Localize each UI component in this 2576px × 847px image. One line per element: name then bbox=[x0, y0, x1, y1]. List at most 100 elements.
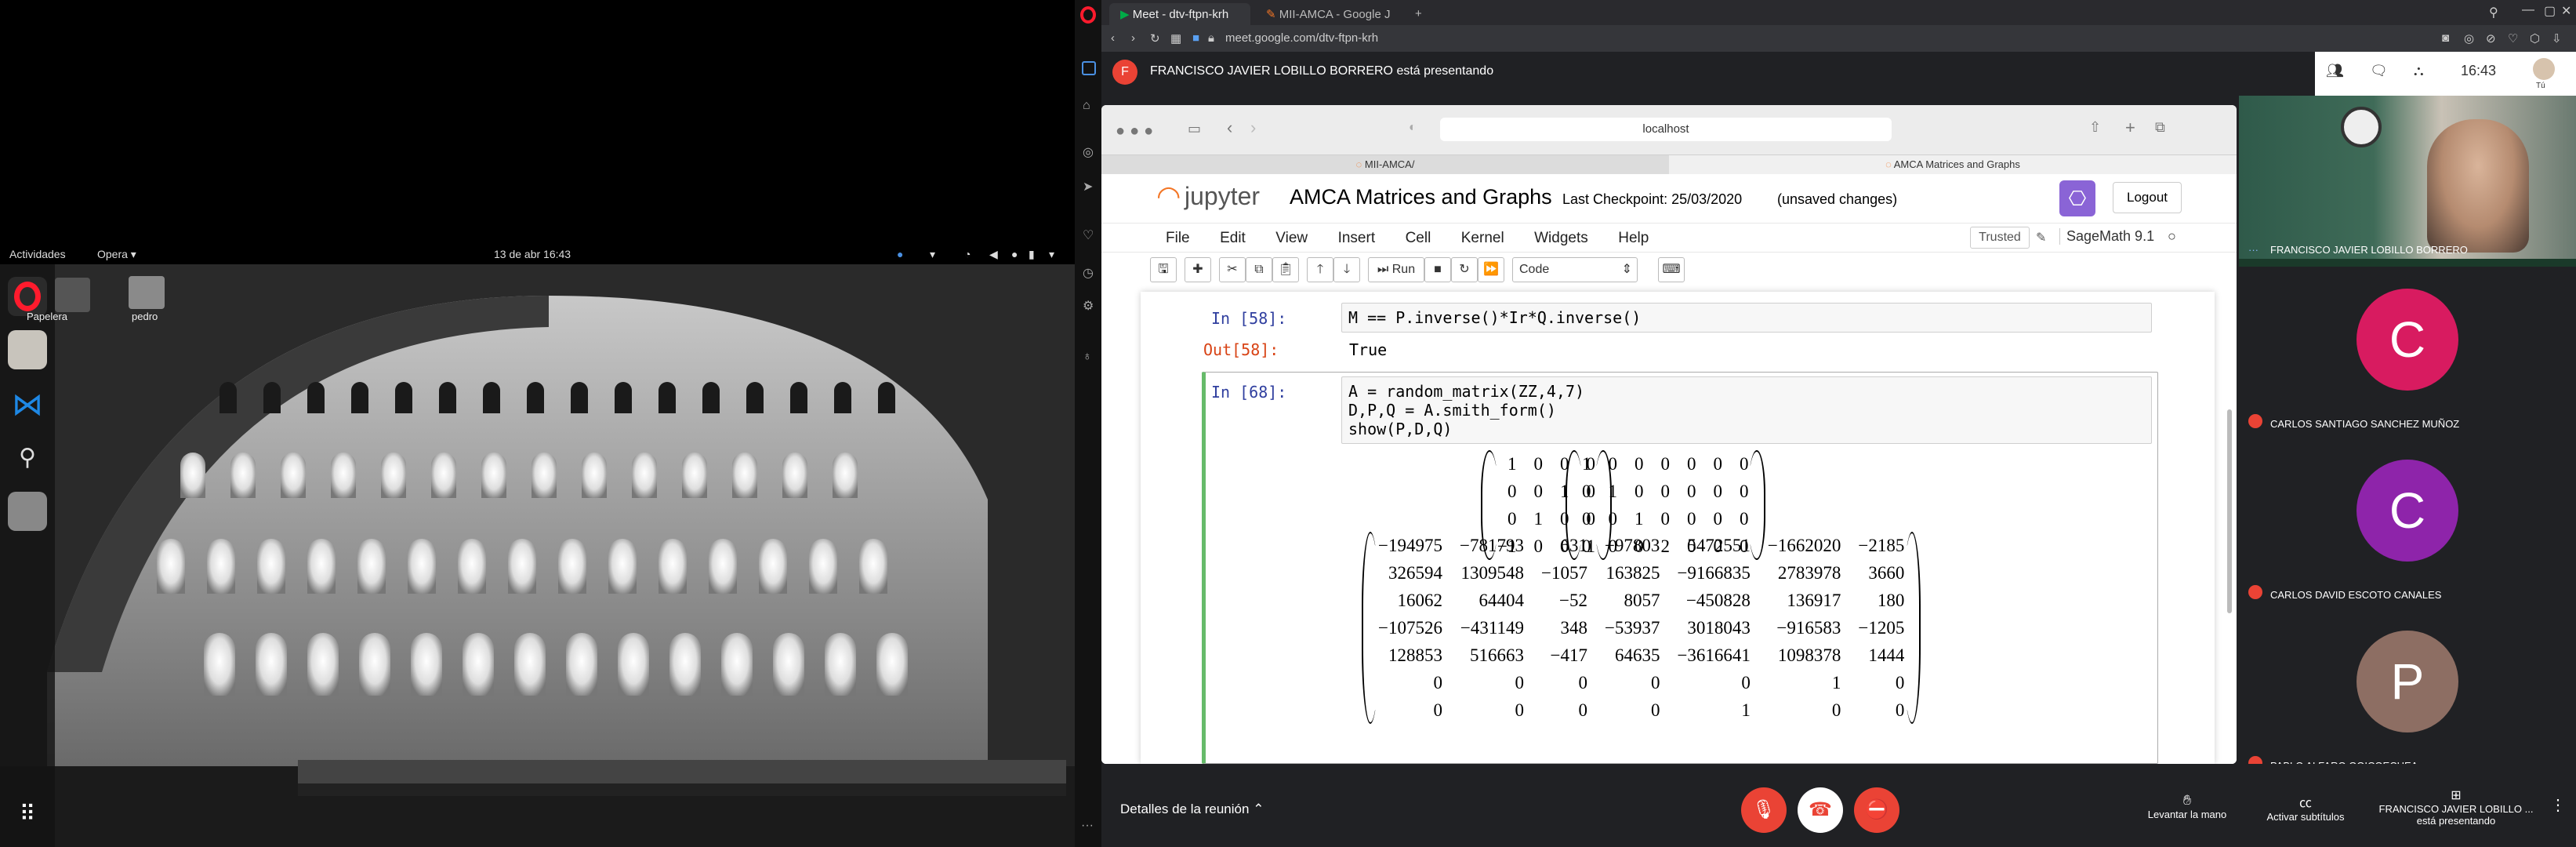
back-icon[interactable]: ‹ bbox=[1111, 31, 1115, 45]
download-icon[interactable]: ⇩ bbox=[2552, 31, 2562, 45]
volume-icon[interactable]: ◀ bbox=[989, 248, 998, 261]
reload-icon[interactable]: ↻ bbox=[1150, 31, 1160, 45]
files-launcher[interactable] bbox=[8, 330, 47, 369]
safari-url-field[interactable]: localhost bbox=[1440, 118, 1892, 141]
home-folder-icon[interactable] bbox=[129, 276, 165, 309]
raise-hand-button[interactable]: ✋︎ Levantar la mano bbox=[2144, 792, 2230, 820]
snapshot-icon[interactable]: ◙ bbox=[2442, 31, 2449, 45]
paste-button[interactable]: 📋︎ bbox=[1272, 257, 1299, 282]
people-icon[interactable]: 👥︎ bbox=[2326, 63, 2344, 79]
menu-kernel[interactable]: Kernel bbox=[1461, 230, 1504, 246]
safari-new-tab-icon[interactable]: + bbox=[2125, 118, 2135, 138]
trusted-badge[interactable]: Trusted bbox=[1970, 227, 2030, 249]
insert-cell-button[interactable]: ✚ bbox=[1185, 257, 1211, 282]
battery-icon[interactable]: ▮ bbox=[1029, 248, 1035, 261]
menu-file[interactable]: File bbox=[1166, 230, 1190, 246]
jupyter-logo-text[interactable]: jupyter bbox=[1185, 182, 1260, 211]
leave-call-button[interactable]: ☎ bbox=[1798, 787, 1843, 833]
maximize-icon[interactable]: ▢ bbox=[2544, 3, 2556, 19]
cell-type-select[interactable]: Code ⇕ bbox=[1512, 257, 1638, 282]
menu-view[interactable]: View bbox=[1275, 230, 1308, 246]
run-button[interactable]: ⏭ Run bbox=[1368, 257, 1424, 282]
disk-launcher[interactable] bbox=[8, 492, 47, 531]
menu-help[interactable]: Help bbox=[1618, 230, 1649, 246]
sidebar-toggle-icon[interactable]: ▭ bbox=[1188, 121, 1201, 137]
restart-run-all-button[interactable]: ⏩ bbox=[1478, 257, 1504, 282]
search-launcher[interactable]: ⚲ bbox=[8, 438, 47, 478]
vscode-launcher[interactable]: ⋈ bbox=[8, 385, 47, 424]
activities-button[interactable]: Actividades bbox=[9, 248, 66, 260]
show-apps-button[interactable]: ⠿ bbox=[8, 794, 47, 834]
safari-tab-2[interactable]: ◌ AMCA Matrices and Graphs bbox=[1669, 155, 2237, 174]
tab-search-icon[interactable]: ⚲ bbox=[2489, 5, 2498, 20]
presenting-button[interactable]: ⊞ FRANCISCO JAVIER LOBILLO ... está presen… bbox=[2378, 787, 2534, 827]
safari-back-icon[interactable]: ‹ bbox=[1227, 118, 1232, 138]
wifi-icon[interactable]: ◔ bbox=[964, 248, 971, 260]
jupyter-logo-icon[interactable]: ◠ bbox=[1156, 180, 1181, 213]
more-icon[interactable]: ··· bbox=[1081, 819, 1094, 833]
history-icon[interactable]: ◷ bbox=[1083, 265, 1094, 281]
self-avatar[interactable] bbox=[2533, 58, 2555, 80]
menu-insert[interactable]: Insert bbox=[1338, 230, 1376, 246]
participant-tile-2[interactable]: C CARLOS SANTIAGO SANCHEZ MUÑOZ bbox=[2239, 267, 2576, 438]
bulb-icon[interactable]: ♁ bbox=[1083, 350, 1092, 364]
safari-tab-1[interactable]: ◌ MII-AMCA/ bbox=[1101, 155, 1669, 174]
camera-toggle-button[interactable]: ⛔ bbox=[1854, 787, 1899, 833]
mic-icon[interactable]: ● bbox=[1011, 248, 1018, 260]
menu-edit[interactable]: Edit bbox=[1220, 230, 1246, 246]
new-tab-button[interactable]: + bbox=[1404, 3, 1433, 25]
command-palette-button[interactable]: ⌨ bbox=[1658, 257, 1685, 282]
home-icon[interactable]: ⌂ bbox=[1083, 99, 1090, 113]
app-menu[interactable]: Opera ▾ bbox=[97, 248, 136, 261]
system-menu-icon[interactable]: ▾ bbox=[1049, 248, 1054, 261]
opera-menu-icon[interactable] bbox=[1080, 6, 1096, 24]
tab-overview-icon[interactable]: ⧉ bbox=[2155, 119, 2165, 136]
messenger-icon[interactable]: ◎ bbox=[1083, 144, 1094, 160]
clock[interactable]: 13 de abr 16:43 bbox=[494, 248, 571, 260]
restart-button[interactable]: ↻ bbox=[1451, 257, 1478, 282]
activities-icon[interactable]: ⛬ bbox=[2414, 63, 2424, 79]
copy-button[interactable]: ⧉ bbox=[1246, 257, 1272, 282]
notebook-scrollbar[interactable] bbox=[2227, 409, 2232, 613]
send-icon[interactable]: ➤ bbox=[1083, 179, 1093, 194]
cell-58-input[interactable]: M == P.inverse()*Ir*Q.inverse() bbox=[1341, 303, 2152, 333]
trash-desktop-icon[interactable] bbox=[55, 278, 90, 312]
tab-amca[interactable]: ✎ MII-AMCA - Google J bbox=[1255, 3, 1396, 25]
captions-button[interactable]: ㏄ Activar subtítulos bbox=[2259, 792, 2353, 823]
close-icon[interactable]: ✕ bbox=[2561, 3, 2571, 19]
participant-tile-4[interactable]: P PABLO ALFARO GOICOECHEA bbox=[2239, 609, 2576, 780]
mic-toggle-button[interactable]: 🎙︎ bbox=[1741, 787, 1787, 833]
shield-icon[interactable]: ◐ bbox=[1409, 121, 1417, 135]
notebook-title[interactable]: AMCA Matrices and Graphs bbox=[1290, 185, 1552, 209]
url-field[interactable]: meet.google.com/dtv-ftpn-krh bbox=[1225, 31, 1378, 45]
participant-tile-video[interactable]: FRANCISCO JAVIER LOBILLO BORRERO ··· bbox=[2239, 96, 2576, 267]
window-dots-icon[interactable]: ●●● bbox=[1116, 122, 1158, 140]
speed-dial-icon[interactable] bbox=[1082, 61, 1096, 75]
more-options-icon[interactable]: ⋮ bbox=[2550, 795, 2566, 815]
cell-68-input[interactable]: A = random_matrix(ZZ,4,7) D,P,Q = A.smit… bbox=[1341, 376, 2152, 444]
edit-pencil-icon[interactable]: ✎ bbox=[2036, 230, 2046, 245]
save-button[interactable]: 🖫︎ bbox=[1150, 257, 1177, 282]
move-down-button[interactable]: 🡓 bbox=[1333, 257, 1360, 282]
forward-icon[interactable]: › bbox=[1131, 31, 1135, 45]
share-icon[interactable]: ⇧ bbox=[2089, 119, 2101, 136]
box-icon[interactable]: ⬡ bbox=[2530, 31, 2540, 45]
logout-button[interactable]: Logout bbox=[2113, 182, 2182, 213]
cut-button[interactable]: ✂ bbox=[1219, 257, 1246, 282]
menu-cell[interactable]: Cell bbox=[1406, 230, 1431, 246]
adblock-icon[interactable]: ⊘ bbox=[2486, 31, 2496, 45]
interrupt-button[interactable]: ■ bbox=[1424, 257, 1451, 282]
heart-bookmark-icon[interactable]: ♡ bbox=[2508, 31, 2518, 45]
tab-meet[interactable]: ▶ Meet - dtv-ftpn-krh bbox=[1109, 3, 1250, 25]
chat-icon[interactable]: 🗨︎ bbox=[2370, 63, 2388, 79]
tabs-grid-icon[interactable]: ▦ bbox=[1170, 31, 1181, 45]
menu-widgets[interactable]: Widgets bbox=[1534, 230, 1588, 246]
move-up-button[interactable]: 🡑 bbox=[1307, 257, 1333, 282]
network-icon[interactable]: ▾ bbox=[930, 248, 935, 261]
minimize-icon[interactable]: — bbox=[2522, 3, 2534, 17]
heart-icon[interactable]: ♡ bbox=[1083, 227, 1094, 243]
safari-forward-icon[interactable]: › bbox=[1250, 118, 1256, 138]
meeting-details-button[interactable]: Detalles de la reunión ⌃ bbox=[1120, 802, 1264, 817]
vpn-icon[interactable]: ◎ bbox=[2464, 31, 2474, 45]
settings-icon[interactable]: ⚙ bbox=[1083, 298, 1094, 314]
